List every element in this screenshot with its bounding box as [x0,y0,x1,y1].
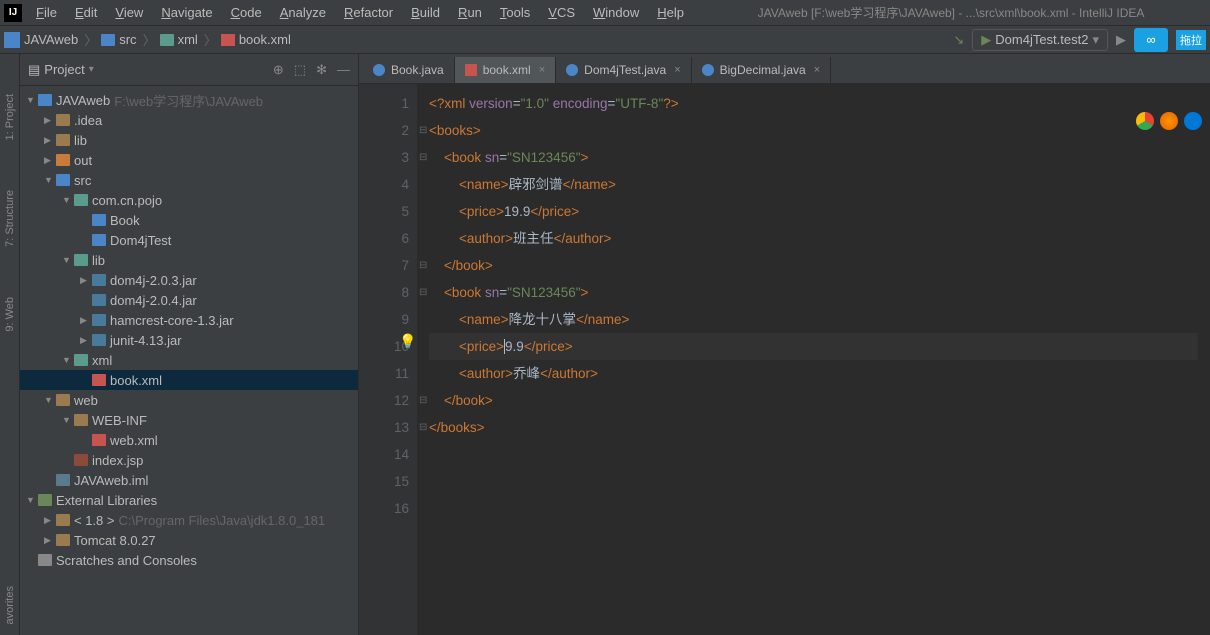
menu-tools[interactable]: Tools [492,2,538,23]
nav-bar: JAVAweb〉src〉xml〉book.xml ↘ ▶ Dom4jTest.t… [0,26,1210,54]
run-config-label: Dom4jTest.test2 [995,32,1088,47]
select-icon[interactable]: ⬚ [294,62,306,78]
browser-icons [1136,112,1202,130]
gear-icon[interactable]: ✻ [316,62,327,78]
tree-item[interactable]: ▼External Libraries [20,490,358,510]
firefox-icon[interactable] [1160,112,1178,130]
tree-item[interactable]: ▼src [20,170,358,190]
left-gutter: 1: Project 7: Structure 9: Web avorites [0,54,20,635]
editor-area: Book.javabook.xml×Dom4jTest.java×BigDeci… [359,54,1210,635]
project-tree: ▼JAVAwebF:\web学习程序\JAVAweb▶.idea▶lib▶out… [20,86,358,635]
tree-item[interactable]: ▼WEB-INF [20,410,358,430]
menu-code[interactable]: Code [223,2,270,23]
tree-item[interactable]: ▼lib [20,250,358,270]
tree-item[interactable]: ▼com.cn.pojo [20,190,358,210]
tree-item[interactable]: ▼JAVAwebF:\web学习程序\JAVAweb [20,90,358,110]
tree-item[interactable]: index.jsp [20,450,358,470]
tree-item[interactable]: ▶hamcrest-core-1.3.jar [20,310,358,330]
build-icon[interactable]: ↘ [953,32,964,48]
tree-item[interactable]: ▼xml [20,350,358,370]
window-title: JAVAweb [F:\web学习程序\JAVAweb] - ...\src\x… [692,4,1210,21]
menu-analyze[interactable]: Analyze [272,2,334,23]
breadcrumb-src[interactable]: src [101,32,136,47]
breadcrumb-JAVAweb[interactable]: JAVAweb [4,32,78,48]
menu-window[interactable]: Window [585,2,647,23]
menu-vcs[interactable]: VCS [540,2,583,23]
tree-item[interactable]: ▶dom4j-2.0.3.jar [20,270,358,290]
chrome-icon[interactable] [1136,112,1154,130]
tree-item[interactable]: ▶Tomcat 8.0.27 [20,530,358,550]
editor-tabs: Book.javabook.xml×Dom4jTest.java×BigDeci… [359,54,1210,84]
tool-project[interactable]: 1: Project [4,94,16,140]
run-config-selector[interactable]: ▶ Dom4jTest.test2 ▾ [972,29,1108,51]
menu-build[interactable]: Build [403,2,448,23]
breadcrumbs: JAVAweb〉src〉xml〉book.xml [4,30,293,49]
tree-item[interactable]: Book [20,210,358,230]
edge-icon[interactable] [1184,112,1202,130]
tree-item[interactable]: book.xml [20,370,358,390]
run-icon[interactable]: ▶ [1116,32,1126,48]
sidebar-title: Project [44,62,84,77]
close-icon[interactable]: × [539,64,545,76]
tree-item[interactable]: JAVAweb.iml [20,470,358,490]
tool-favorites[interactable]: avorites [4,586,16,625]
close-icon[interactable]: × [674,64,680,76]
tab-Dom4jTest-java[interactable]: Dom4jTest.java× [556,57,691,83]
main-menu: FileEditViewNavigateCodeAnalyzeRefactorB… [28,2,692,23]
tree-item[interactable]: Scratches and Consoles [20,550,358,570]
menu-navigate[interactable]: Navigate [153,2,220,23]
share-btn[interactable]: 拖拉 [1176,30,1206,50]
tab-book-xml[interactable]: book.xml× [455,57,556,83]
menu-view[interactable]: View [107,2,151,23]
tool-structure[interactable]: 7: Structure [4,190,16,247]
menu-help[interactable]: Help [649,2,692,23]
breadcrumb-xml[interactable]: xml [160,32,198,47]
sidebar-icon: ▤ [28,62,40,78]
code-editor[interactable]: 💡 12345678910111213141516 <?xml version=… [359,84,1210,635]
menu-refactor[interactable]: Refactor [336,2,401,23]
intention-bulb-icon[interactable]: 💡 [399,328,416,355]
sidebar-header: ▤ Project ▾ ⊕ ⬚ ✻ — [20,54,358,86]
cloud-button[interactable]: ∞ [1134,28,1168,52]
tree-item[interactable]: ▶out [20,150,358,170]
menu-run[interactable]: Run [450,2,490,23]
tab-BigDecimal-java[interactable]: BigDecimal.java× [692,57,831,83]
close-icon[interactable]: × [814,64,820,76]
tree-item[interactable]: dom4j-2.0.4.jar [20,290,358,310]
code-content[interactable]: <?xml version="1.0" encoding="UTF-8"?>⊟<… [417,84,1210,635]
tree-item[interactable]: ▼web [20,390,358,410]
project-sidebar: ▤ Project ▾ ⊕ ⬚ ✻ — ▼JAVAwebF:\web学习程序\J… [20,54,359,635]
app-icon: IJ [4,4,22,22]
tree-item[interactable]: ▶.idea [20,110,358,130]
tree-item[interactable]: web.xml [20,430,358,450]
tool-web[interactable]: 9: Web [4,297,16,332]
menu-edit[interactable]: Edit [67,2,105,23]
title-bar: IJ FileEditViewNavigateCodeAnalyzeRefact… [0,0,1210,26]
tree-item[interactable]: ▶< 1.8 >C:\Program Files\Java\jdk1.8.0_1… [20,510,358,530]
hide-icon[interactable]: — [337,62,350,78]
line-gutter: 💡 12345678910111213141516 [359,84,417,635]
tab-Book-java[interactable]: Book.java [363,57,455,83]
target-icon[interactable]: ⊕ [273,62,284,78]
menu-file[interactable]: File [28,2,65,23]
breadcrumb-book-xml[interactable]: book.xml [221,32,291,47]
tree-item[interactable]: ▶lib [20,130,358,150]
tree-item[interactable]: ▶junit-4.13.jar [20,330,358,350]
tree-item[interactable]: Dom4jTest [20,230,358,250]
